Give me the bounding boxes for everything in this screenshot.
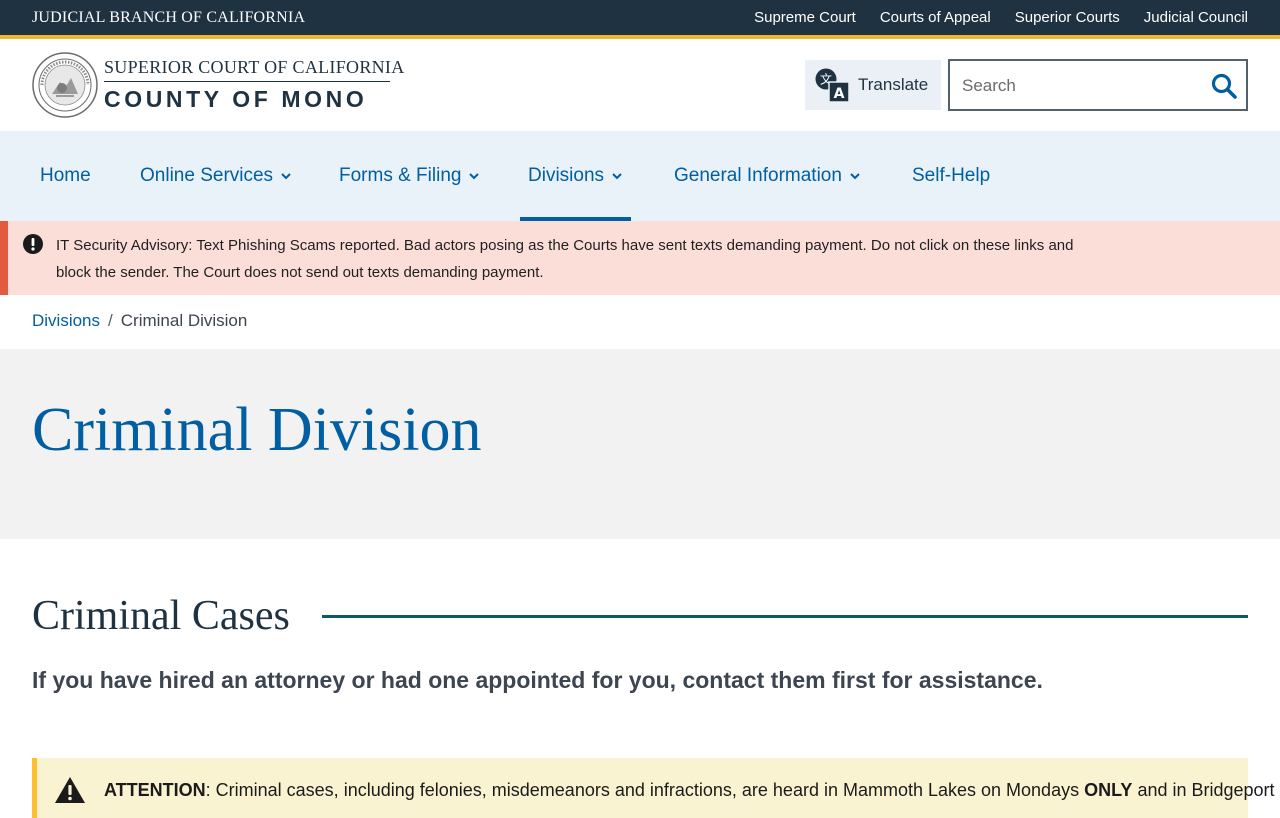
breadcrumb-separator: / [108,311,113,330]
main-navigation: Home Online Services Forms & Filing Divi… [0,131,1280,221]
attention-body-continued: and in Bridgeport on [1137,780,1280,800]
utility-bar: JUDICIAL BRANCH OF CALIFORNIA Supreme Co… [0,0,1280,39]
security-advisory-alert: IT Security Advisory: Text Phishing Scam… [0,221,1280,295]
breadcrumb-divisions-link[interactable]: Divisions [32,311,100,331]
attention-body: : Criminal cases, including felonies, mi… [205,780,1085,800]
search-box [948,59,1248,111]
page-title: Criminal Division [32,396,482,464]
attention-emphasis: ONLY [1084,780,1133,800]
nav-item-label: Home [40,165,91,186]
nav-item-label: Forms & Filing [339,165,462,186]
chevron-down-icon [612,173,622,180]
translate-icon: 文 A [815,68,850,103]
search-input[interactable] [962,73,1202,99]
logo-line-superior-court: SUPERIOR COURT OF CALIFORNIA [104,57,404,82]
translate-button[interactable]: 文 A Translate [805,60,941,110]
nav-item-label: Self-Help [912,165,991,186]
exclamation-circle-icon [23,234,43,254]
page-hero: Criminal Division [0,349,1280,539]
section-heading-criminal-cases: Criminal Cases [32,590,1248,642]
nav-item-divisions[interactable]: Divisions [519,131,632,221]
section-divider [321,614,1248,618]
site-header: SUPERIOR COURT OF CALIFORNIA COUNTY OF M… [0,39,1280,131]
link-supreme-court[interactable]: Supreme Court [754,9,856,26]
breadcrumb: Divisions / Criminal Division [32,311,247,331]
nav-item-label: Divisions [528,165,605,186]
alert-line-1: IT Security Advisory: Text Phishing Scam… [56,237,1074,254]
section-title: Criminal Cases [32,593,290,639]
alert-message: IT Security Advisory: Text Phishing Scam… [56,232,1186,286]
attention-notice: ATTENTION: Criminal cases, including fel… [32,758,1280,818]
nav-item-label: Online Services [140,165,274,186]
logo-line-county: COUNTY OF MONO [104,86,368,112]
court-logo[interactable]: SUPERIOR COURT OF CALIFORNIA COUNTY OF M… [104,57,404,113]
nav-item-general-information[interactable]: General Information [674,131,861,221]
link-superior-courts[interactable]: Superior Courts [1015,9,1120,26]
judicial-branch-brand[interactable]: JUDICIAL BRANCH OF CALIFORNIA [32,9,305,27]
translate-label: Translate [858,75,929,94]
nav-item-self-help[interactable]: Self-Help [912,131,990,221]
nav-item-home[interactable]: Home [40,131,91,221]
nav-item-online-services[interactable]: Online Services [140,131,292,221]
chevron-down-icon [281,173,291,180]
svg-text:A: A [834,86,845,102]
chevron-down-icon [469,173,480,180]
utility-links: Supreme Court Courts of Appeal Superior … [754,9,1248,26]
california-judicial-seal-icon[interactable] [32,52,98,118]
search-icon[interactable] [1210,72,1238,100]
alert-line-2: block the sender. The Court does not sen… [56,264,544,281]
link-courts-of-appeal[interactable]: Courts of Appeal [880,9,991,26]
nav-item-forms-filing[interactable]: Forms & Filing [339,131,480,221]
attention-text: ATTENTION: Criminal cases, including fel… [104,780,1280,801]
nav-item-label: General Information [674,165,842,186]
attorney-contact-lead: If you have hired an attorney or had one… [32,667,1043,693]
breadcrumb-current: Criminal Division [120,311,248,330]
chevron-down-icon [850,173,860,180]
link-judicial-council[interactable]: Judicial Council [1144,9,1248,26]
attention-label: ATTENTION [104,780,206,800]
